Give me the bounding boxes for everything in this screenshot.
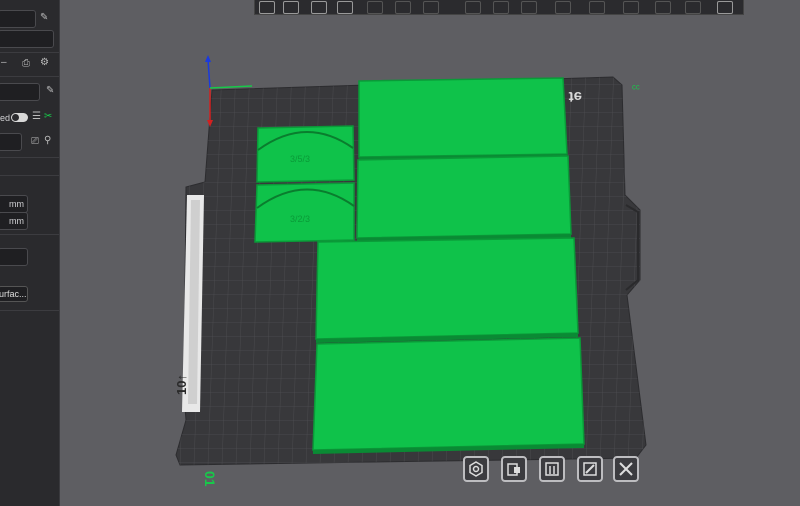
part-arc-1[interactable]: 3/5/3 xyxy=(256,125,355,183)
arrange-icon[interactable] xyxy=(501,456,527,482)
paint-icon[interactable] xyxy=(577,456,603,482)
plate-number-strip: 10↑ xyxy=(174,374,189,395)
3d-viewport[interactable]: 10↑ ɘt sB 3/5/3 3/2/3 ᶜᶜ 0 xyxy=(0,0,800,506)
auto-orient-icon[interactable] xyxy=(463,456,489,482)
layers-icon[interactable] xyxy=(539,456,565,482)
part-rect-3[interactable] xyxy=(315,237,579,343)
part-arc-2[interactable]: 3/2/3 xyxy=(254,182,355,243)
part-rect-4[interactable] xyxy=(312,337,585,454)
part-label-1: 3/5/3 xyxy=(290,154,310,164)
close-icon[interactable] xyxy=(613,456,639,482)
corner-mark: ᶜᶜ xyxy=(632,83,640,95)
plate-number: 01 xyxy=(202,471,218,487)
part-rect-1[interactable] xyxy=(358,77,568,160)
part-label-2: 3/2/3 xyxy=(290,214,310,224)
part-rect-2[interactable] xyxy=(356,155,572,241)
